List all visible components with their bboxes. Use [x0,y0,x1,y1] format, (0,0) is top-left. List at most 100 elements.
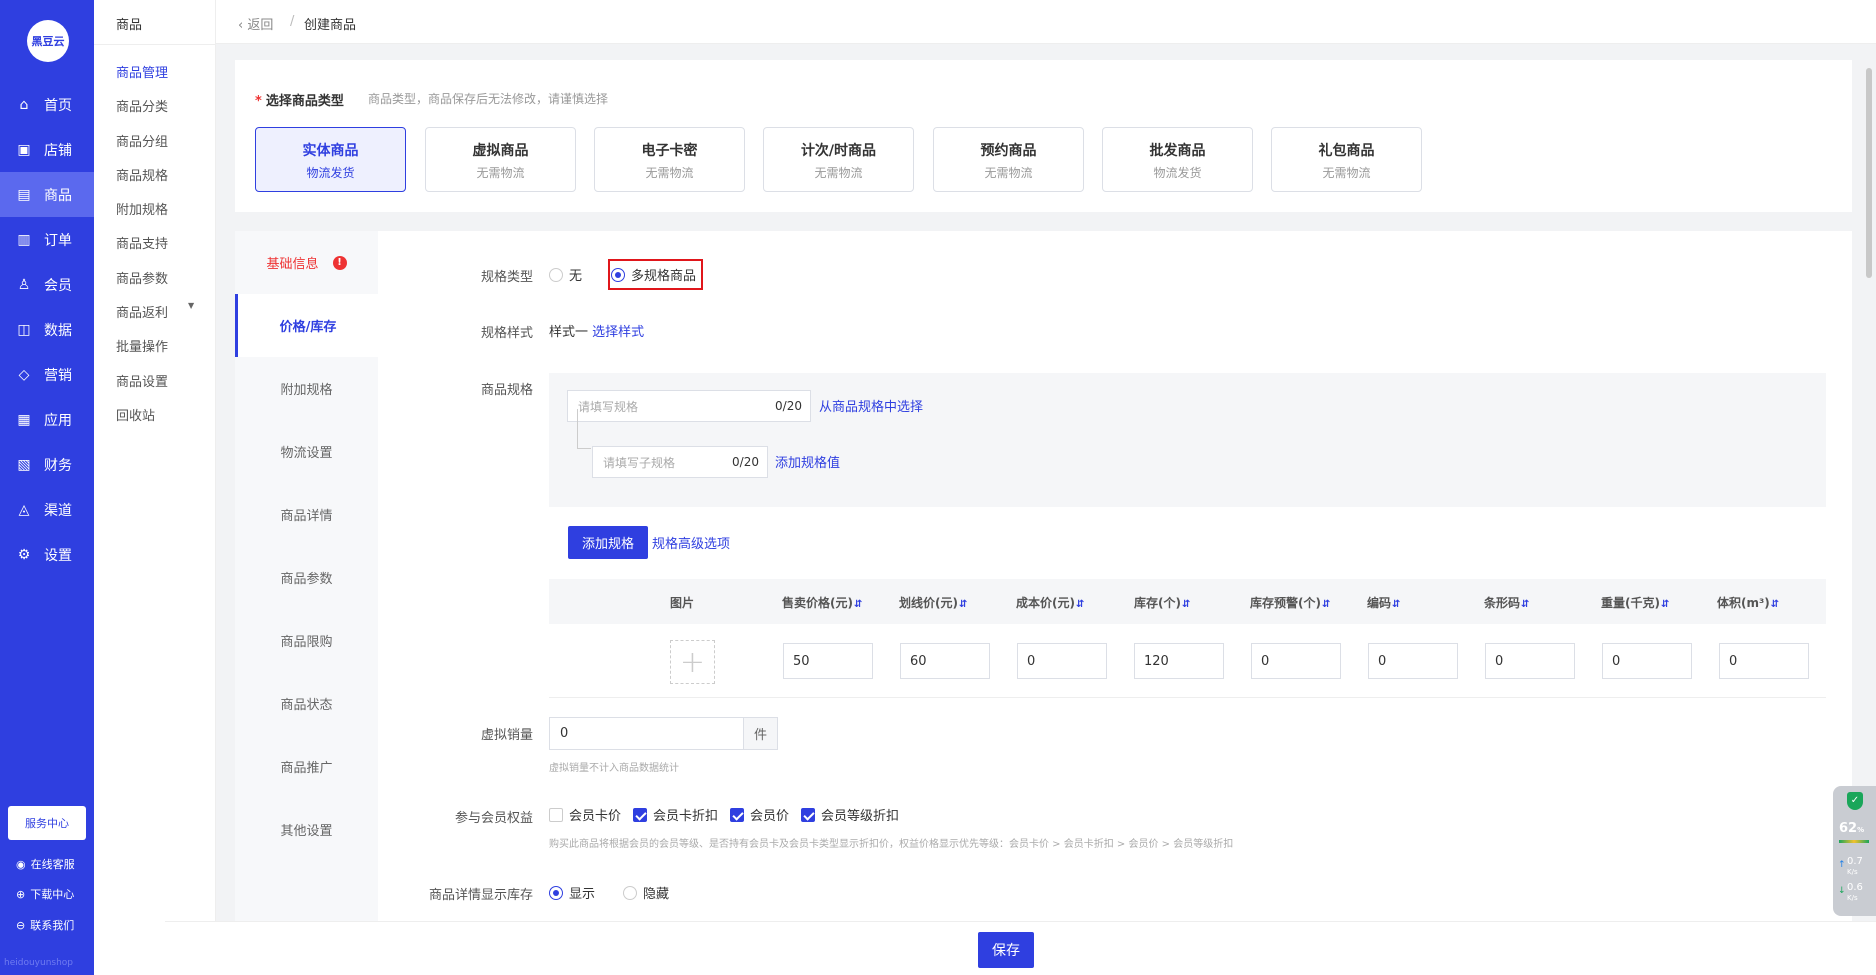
chevron-down-icon[interactable]: ▼ [188,301,194,310]
sort-icon: ⇵ [1181,599,1191,610]
tab-label: 价格/库存 [279,320,337,335]
checkbox[interactable] [549,807,563,822]
table-header-1[interactable]: 售卖价格(元)⇵ [782,594,862,611]
contact-us-link[interactable]: ⊖ 联系我们 [16,917,74,933]
product-type-option-4[interactable]: 预约商品 无需物流 [933,127,1084,192]
table-cell-input-3[interactable]: 120 [1134,643,1224,679]
table-header-8[interactable]: 重量(千克)⇵ [1601,594,1669,611]
table-cell-input-1[interactable]: 60 [900,643,990,679]
spec-advanced-link[interactable]: 规格高级选项 [652,533,730,552]
product-type-desc: 无需物流 [984,166,1033,180]
service-center-button[interactable]: 服务中心 [8,806,86,840]
brand-logo[interactable]: 黑豆云 [27,20,69,62]
table-cell-input-0[interactable]: 50 [783,643,873,679]
nav-item-5[interactable]: ◫ 数据 [0,307,94,352]
nav-item-1[interactable]: ▣ 店铺 [0,127,94,172]
product-type-label: * 选择商品类型 [255,94,344,109]
spec-name-input[interactable]: 请填写规格 0/20 [567,390,811,422]
table-cell-input-8[interactable]: 0 [1719,643,1809,679]
choose-from-spec-link[interactable]: 从商品规格中选择 [819,396,923,415]
nav-item-6[interactable]: ◇ 营销 [0,352,94,397]
download-center-link[interactable]: ⊕ 下载中心 [16,886,74,902]
spec-type-none-option[interactable]: 无 [549,265,582,284]
checkbox[interactable] [801,807,816,822]
chevron-left-icon: ‹ [238,18,248,33]
table-cell-input-5[interactable]: 0 [1368,643,1458,679]
member-option-3[interactable]: 会员等级折扣 [801,807,911,824]
product-type-option-3[interactable]: 计次/时商品 无需物流 [763,127,914,192]
submenu-item-4[interactable]: 附加规格 [116,199,168,218]
table-header-7[interactable]: 条形码⇵ [1484,594,1529,611]
table-cell-input-4[interactable]: 0 [1251,643,1341,679]
select-style-link[interactable]: 选择样式 [592,325,644,340]
nav-item-9[interactable]: ◬ 渠道 [0,487,94,532]
submenu-item-8[interactable]: 批量操作 [116,336,168,355]
tab-6[interactable]: 商品限购 [235,609,378,672]
submenu-item-5[interactable]: 商品支持 [116,233,168,252]
nav-item-7[interactable]: ▦ 应用 [0,397,94,442]
nav-item-4[interactable]: ♙ 会员 [0,262,94,307]
radio-show[interactable] [549,885,563,900]
tab-5[interactable]: 商品参数 [235,546,378,609]
submenu-item-9[interactable]: 商品设置 [116,371,168,390]
tab-4[interactable]: 商品详情 [235,483,378,546]
sub-spec-input[interactable]: 请填写子规格 0/20 [592,446,768,478]
virtual-sales-input[interactable]: 0 [549,717,744,750]
submenu-item-10[interactable]: 回收站 [116,405,155,424]
product-type-option-6[interactable]: 礼包商品 无需物流 [1271,127,1422,192]
nav-item-8[interactable]: ▧ 财务 [0,442,94,487]
sort-icon: ⇵ [853,599,863,610]
checkbox[interactable] [730,807,745,822]
member-option-2[interactable]: 会员价 [730,807,801,824]
product-type-option-0[interactable]: 实体商品 物流发货 [255,127,406,192]
tab-3[interactable]: 物流设置 [235,420,378,483]
add-spec-button[interactable]: 添加规格 [568,526,648,559]
spec-label: 商品规格 [480,383,533,398]
product-type-option-5[interactable]: 批发商品 物流发货 [1102,127,1253,192]
table-header-2[interactable]: 划线价(元)⇵ [899,594,967,611]
table-header-9[interactable]: 体积(m³)⇵ [1717,594,1779,611]
tab-label: 商品详情 [280,509,333,524]
submenu-item-3[interactable]: 商品规格 [116,165,168,184]
table-header-5[interactable]: 库存预警(个)⇵ [1250,594,1330,611]
save-button[interactable]: 保存 [978,932,1034,968]
product-type-option-2[interactable]: 电子卡密 无需物流 [594,127,745,192]
data-icon: ◫ [17,321,31,338]
tab-label: 其他设置 [280,824,333,839]
member-option-label: 会员卡价 [569,809,622,824]
nav-item-2[interactable]: ▤ 商品 [0,172,94,217]
nav-item-3[interactable]: ▥ 订单 [0,217,94,262]
table-cell-input-6[interactable]: 0 [1485,643,1575,679]
table-header-3[interactable]: 成本价(元)⇵ [1016,594,1084,611]
add-image-button[interactable]: + [670,640,715,684]
submenu-item-2[interactable]: 商品分组 [116,131,168,150]
back-button[interactable]: ‹ 返回 [238,14,273,33]
member-benefits-label: 参与会员权益 [454,811,533,826]
checkbox[interactable] [633,807,648,822]
submenu-item-1[interactable]: 商品分类 [116,96,168,115]
radio-hide[interactable] [623,885,637,900]
table-cell-input-2[interactable]: 0 [1017,643,1107,679]
nav-item-10[interactable]: ⚙ 设置 [0,532,94,577]
submenu-item-0[interactable]: 商品管理 [116,62,168,81]
page-header: ‹ 返回 / 创建商品 [216,0,1876,44]
member-option-1[interactable]: 会员卡折扣 [633,807,730,824]
stock-hide-option[interactable]: 隐藏 [623,883,669,902]
stock-show-option[interactable]: 显示 [549,883,595,902]
submenu-item-7[interactable]: 商品返利 [116,302,168,321]
finance-icon: ▧ [17,456,31,473]
product-type-option-1[interactable]: 虚拟商品 无需物流 [425,127,576,192]
table-header-4[interactable]: 库存(个)⇵ [1134,594,1190,611]
submenu-item-6[interactable]: 商品参数 [116,268,168,287]
add-spec-value-link[interactable]: 添加规格值 [775,452,840,471]
member-option-0[interactable]: 会员卡价 [549,807,633,824]
nav-item-0[interactable]: ⌂ 首页 [0,82,94,127]
online-service-link[interactable]: ◉ 在线客服 [16,856,75,872]
tab-8[interactable]: 商品推广 [235,735,378,798]
radio-none[interactable] [549,267,563,282]
network-widget[interactable]: ✓ 62% ↑ 0.7 K/s ↓ 0.6 K/s [1833,786,1876,916]
table-cell-input-7[interactable]: 0 [1602,643,1692,679]
page-scrollbar[interactable] [1866,68,1872,278]
table-header-6[interactable]: 编码⇵ [1367,594,1400,611]
product-type-name: 计次/时商品 [800,143,877,159]
